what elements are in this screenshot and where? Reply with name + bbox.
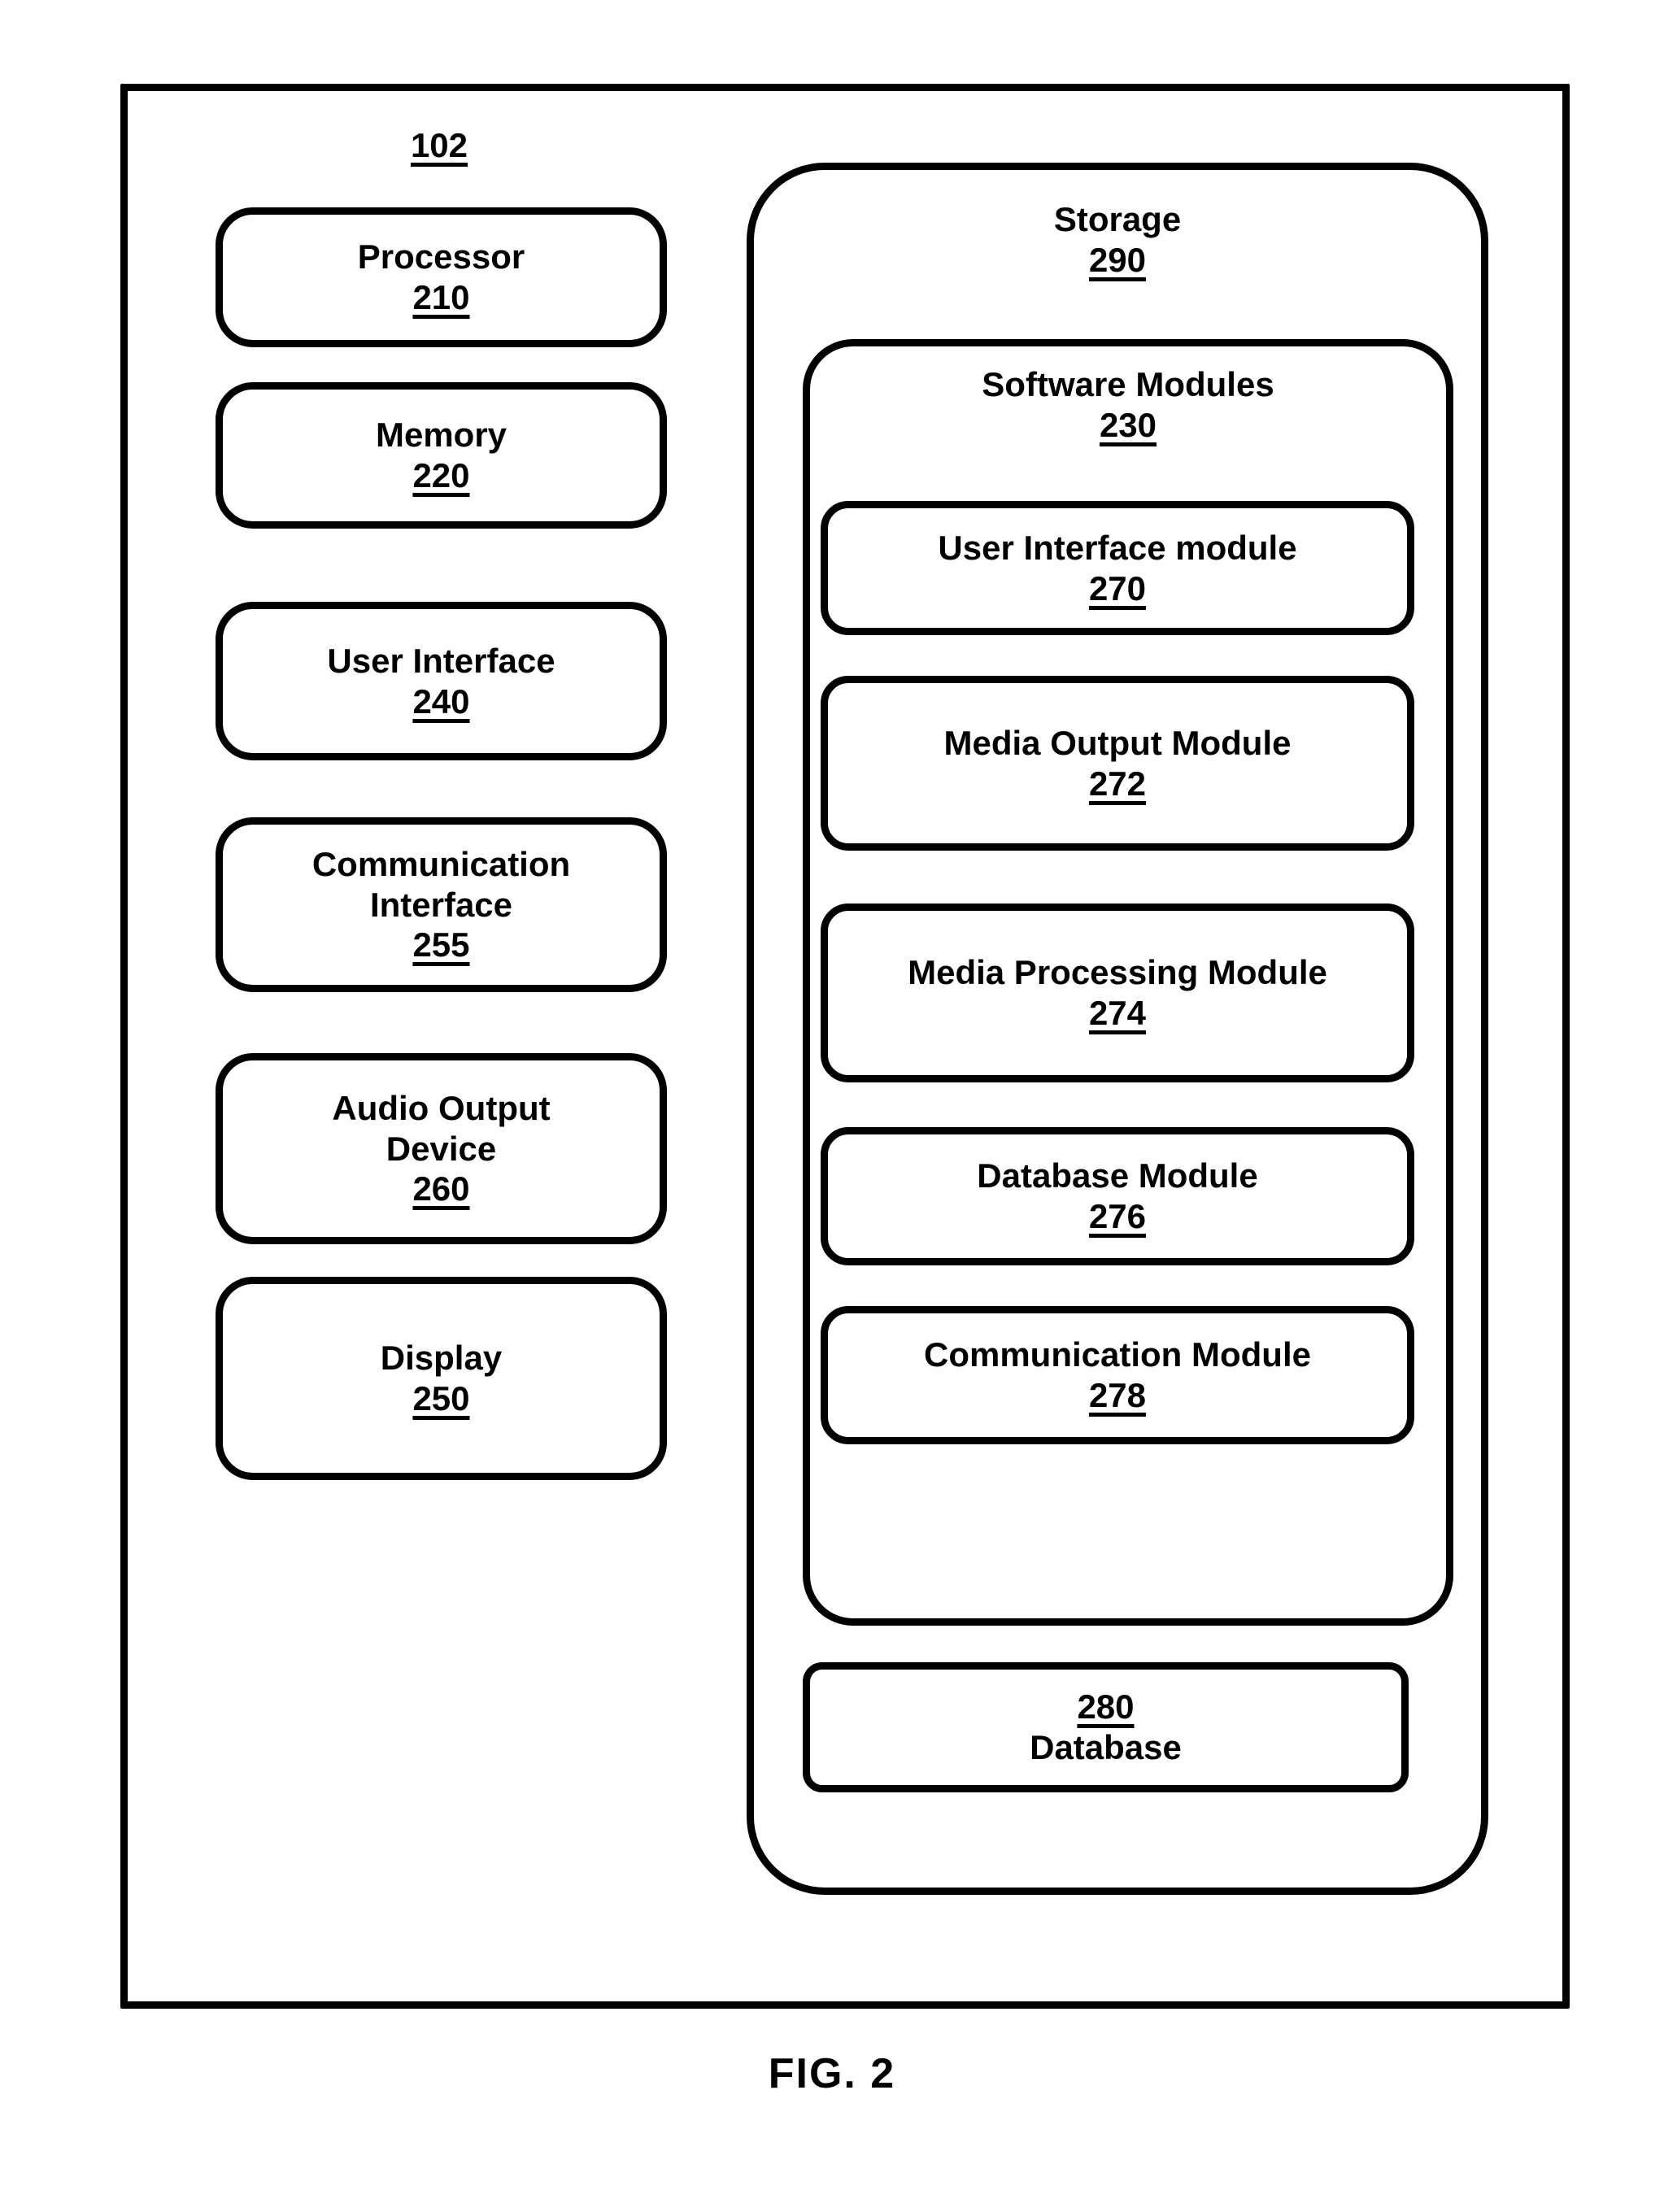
hardware-box-240: User Interface 240 [216,602,667,760]
database-box: 280 Database [803,1662,1409,1792]
hardware-box-255: Communication Interface 255 [216,817,667,992]
module-box-278: Communication Module 278 [821,1306,1414,1444]
hardware-box-reference-numeral: 260 [412,1169,470,1208]
hardware-box-reference-numeral: 220 [412,456,470,494]
hardware-box-reference-numeral: 210 [412,278,470,316]
hardware-box-220: Memory 220 [216,382,667,529]
module-box-reference-numeral: 270 [1088,568,1147,607]
module-box-274: Media Processing Module 274 [821,904,1414,1082]
module-box-276: Database Module 276 [821,1127,1414,1265]
storage-title-block: Storage 290 [754,199,1481,280]
storage-container: Storage 290 Software Modules 230 User In… [747,163,1488,1895]
hardware-box-label: Communication Interface [311,845,571,924]
hardware-box-label: Audio Output Device [332,1089,551,1168]
module-box-272: Media Output Module 272 [821,676,1414,851]
module-box-label: Database Module [977,1156,1258,1195]
module-box-reference-numeral: 276 [1088,1197,1147,1235]
module-box-label: Communication Module [924,1335,1311,1374]
hardware-box-label: Memory [375,416,507,455]
patent-figure-page: 102 Processor 210 Memory 220 User Interface 2… [0,0,1664,2212]
module-box-reference-numeral: 274 [1088,994,1147,1032]
software-modules-container: Software Modules 230 User Interface modu… [803,339,1453,1626]
hardware-box-260: Audio Output Device 260 [216,1053,667,1244]
module-box-reference-numeral: 272 [1088,764,1147,803]
database-reference-numeral: 280 [1077,1687,1135,1726]
database-label: Database [1030,1728,1182,1766]
software-modules-label: Software Modules [982,365,1274,403]
module-box-label: Media Output Module [943,723,1292,762]
hardware-box-label: Display [380,1339,503,1378]
hardware-box-250: Display 250 [216,1277,667,1480]
hardware-box-reference-numeral: 250 [412,1379,470,1417]
software-modules-reference-numeral: 230 [1099,405,1157,444]
module-box-label: User Interface module [938,528,1297,567]
device-reference-numeral: 102 [410,126,468,164]
module-box-label: Media Processing Module [908,953,1327,992]
storage-reference-numeral: 290 [1088,240,1147,279]
module-box-270: User Interface module 270 [821,501,1414,635]
storage-label: Storage [1053,200,1182,238]
module-box-reference-numeral: 278 [1088,1376,1147,1414]
hardware-box-label: User Interface [327,641,555,680]
hardware-box-label: Processor [357,237,525,276]
software-modules-title-block: Software Modules 230 [810,364,1446,445]
hardware-box-reference-numeral: 240 [412,681,470,721]
hardware-box-reference-numeral: 255 [412,925,470,964]
hardware-box-210: Processor 210 [216,207,667,347]
figure-caption: FIG. 2 [768,2050,896,2097]
